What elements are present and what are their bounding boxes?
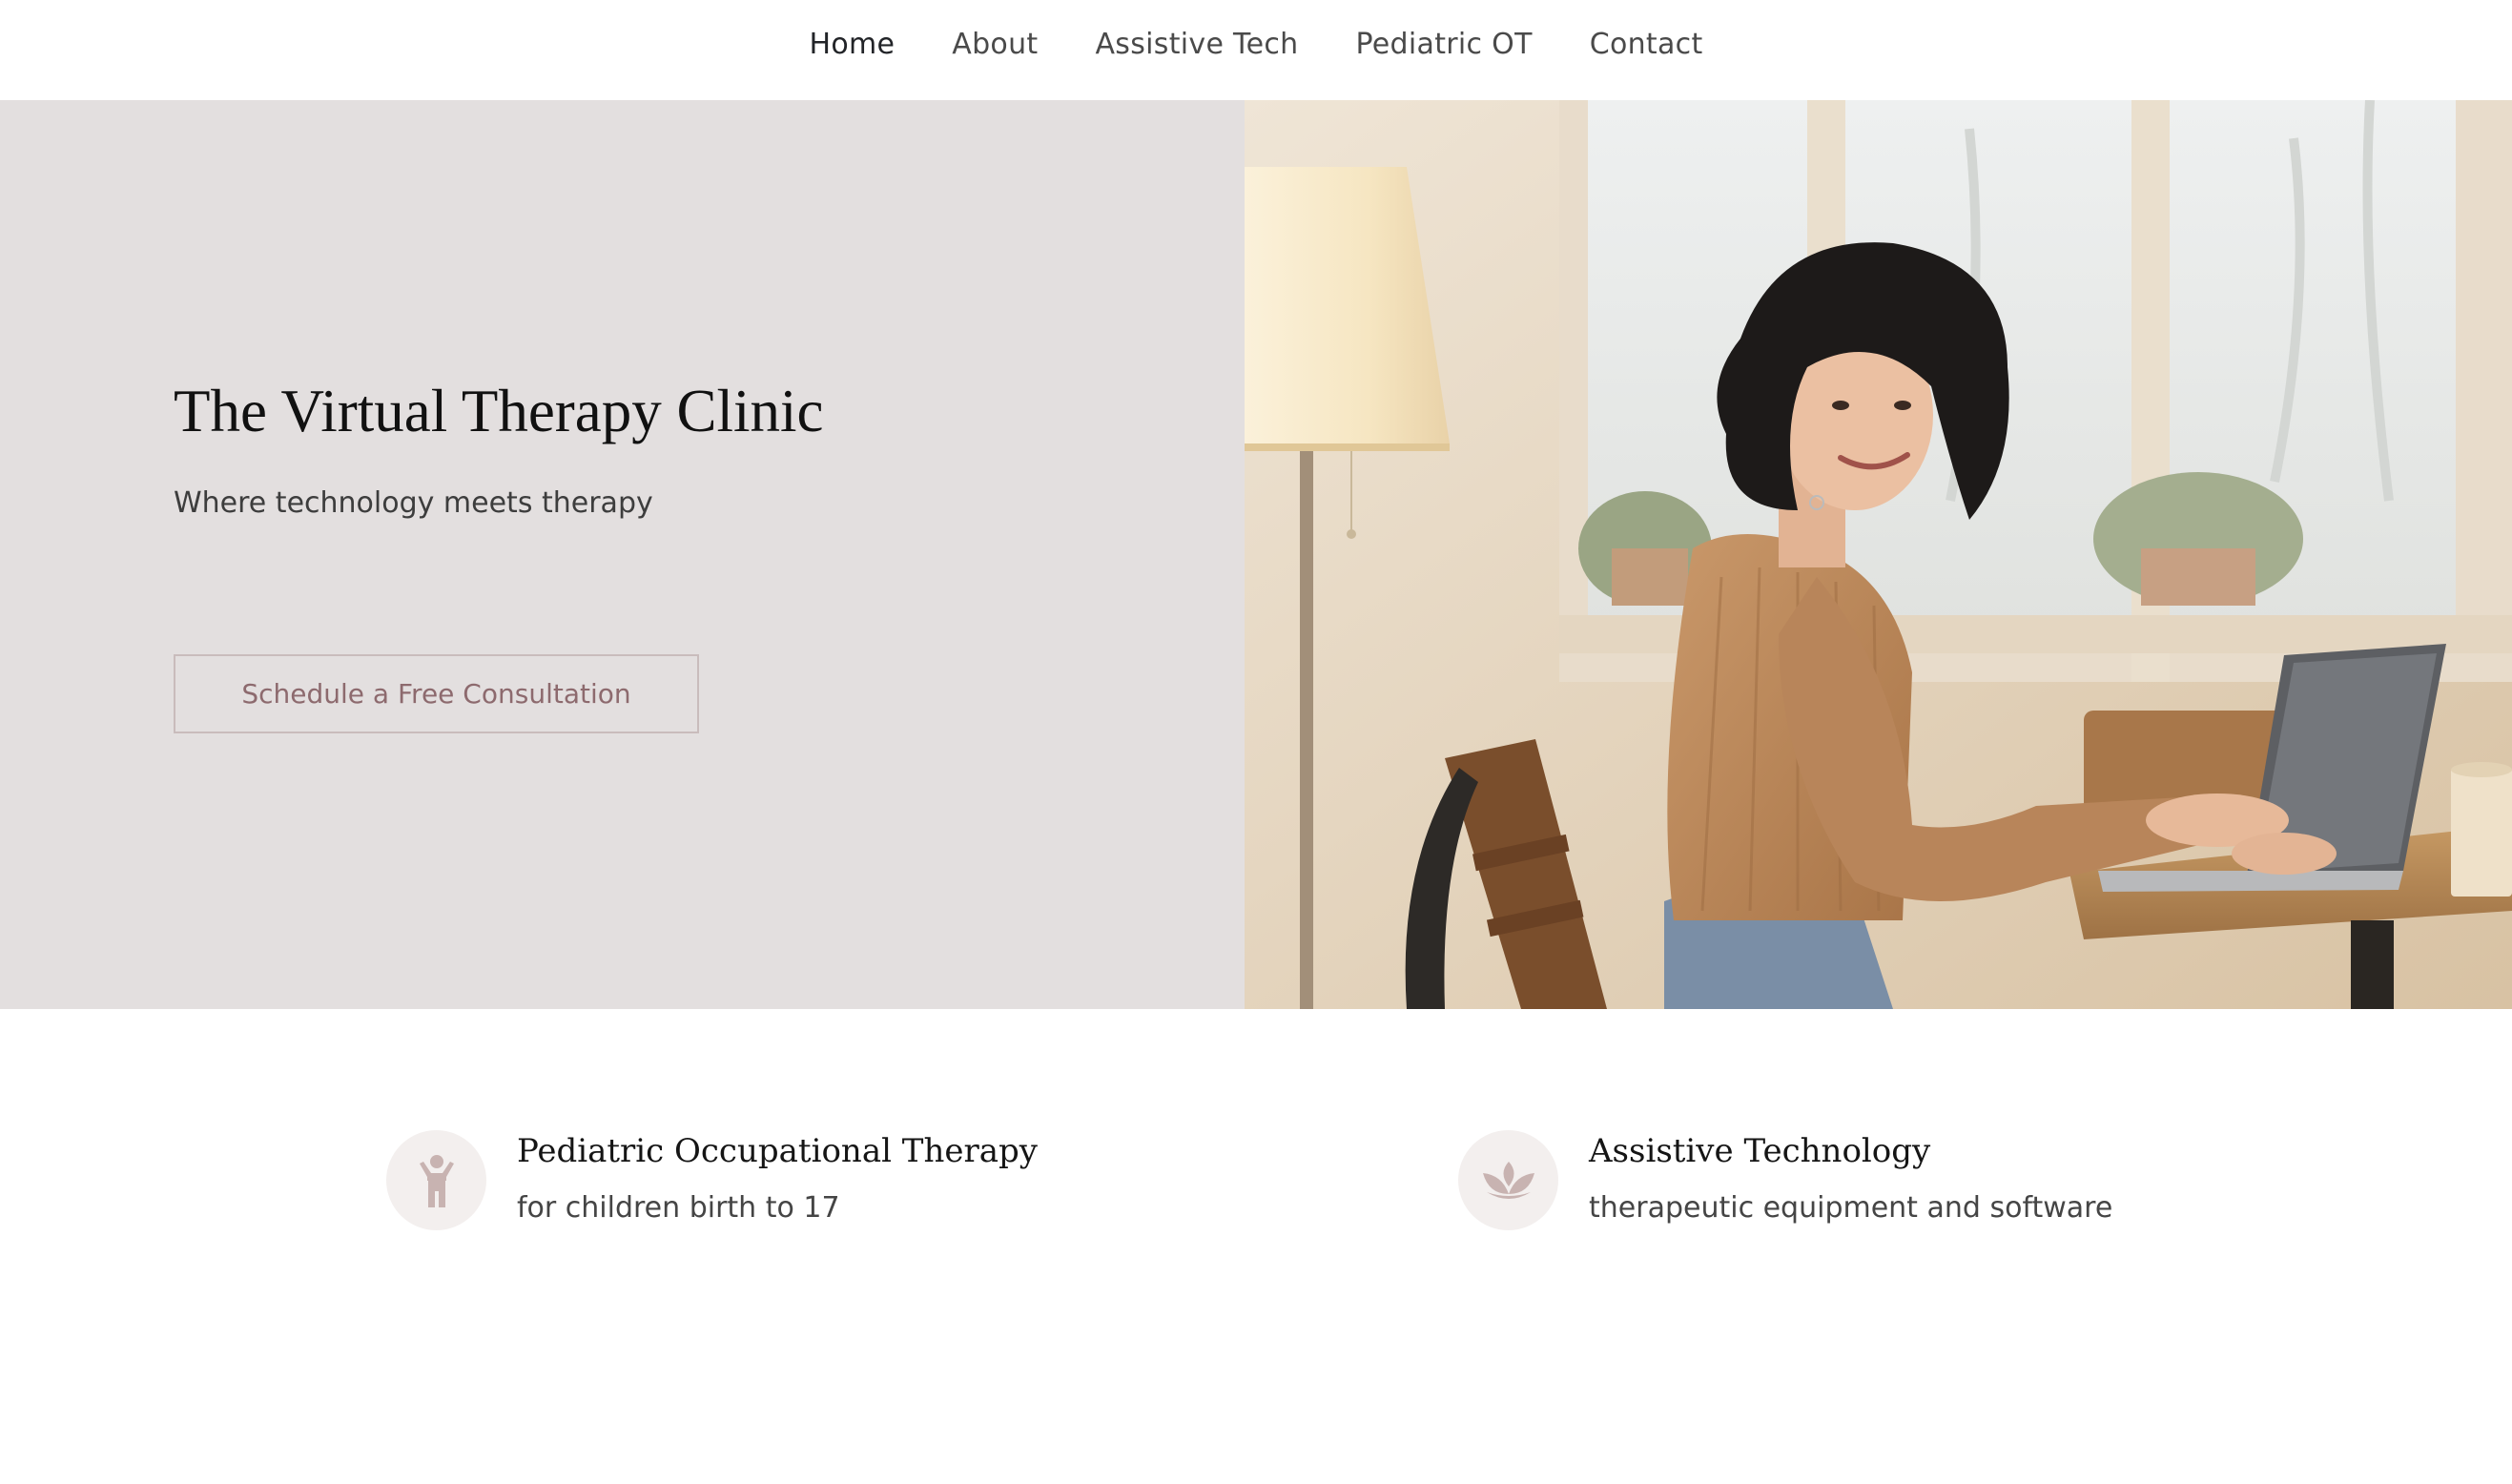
child-icon	[386, 1130, 486, 1230]
nav-item-contact[interactable]: Contact	[1590, 28, 1703, 61]
schedule-consultation-button[interactable]: Schedule a Free Consultation	[174, 654, 699, 733]
feature-description: therapeutic equipment and software	[1589, 1191, 2113, 1225]
feature-text: Pediatric Occupational Therapy for child…	[517, 1132, 1038, 1225]
feature-title[interactable]: Assistive Technology	[1589, 1132, 2112, 1170]
feature-description: for children birth to 17	[517, 1191, 840, 1225]
nav-item-home[interactable]: Home	[809, 28, 895, 61]
nav-item-pediatric-ot[interactable]: Pediatric OT	[1355, 28, 1532, 61]
lotus-icon	[1458, 1130, 1558, 1230]
feature-text: Assistive Technology therapeutic equipme…	[1589, 1132, 2112, 1225]
nav-item-assistive-tech[interactable]: Assistive Tech	[1095, 28, 1298, 61]
feature-title[interactable]: Pediatric Occupational Therapy	[517, 1132, 1038, 1170]
main-navigation: Home About Assistive Tech Pediatric OT C…	[0, 0, 2512, 100]
feature-pediatric-ot: Pediatric Occupational Therapy for child…	[386, 1130, 1038, 1230]
hero-photo	[1245, 100, 2512, 1009]
hero-subtitle: Where technology meets therapy	[174, 486, 653, 520]
nav-item-about[interactable]: About	[952, 28, 1038, 61]
hero-title: The Virtual Therapy Clinic	[174, 378, 824, 444]
feature-assistive-technology: Assistive Technology therapeutic equipme…	[1458, 1130, 2112, 1230]
hero-panel: The Virtual Therapy Clinic Where technol…	[0, 100, 1245, 1009]
